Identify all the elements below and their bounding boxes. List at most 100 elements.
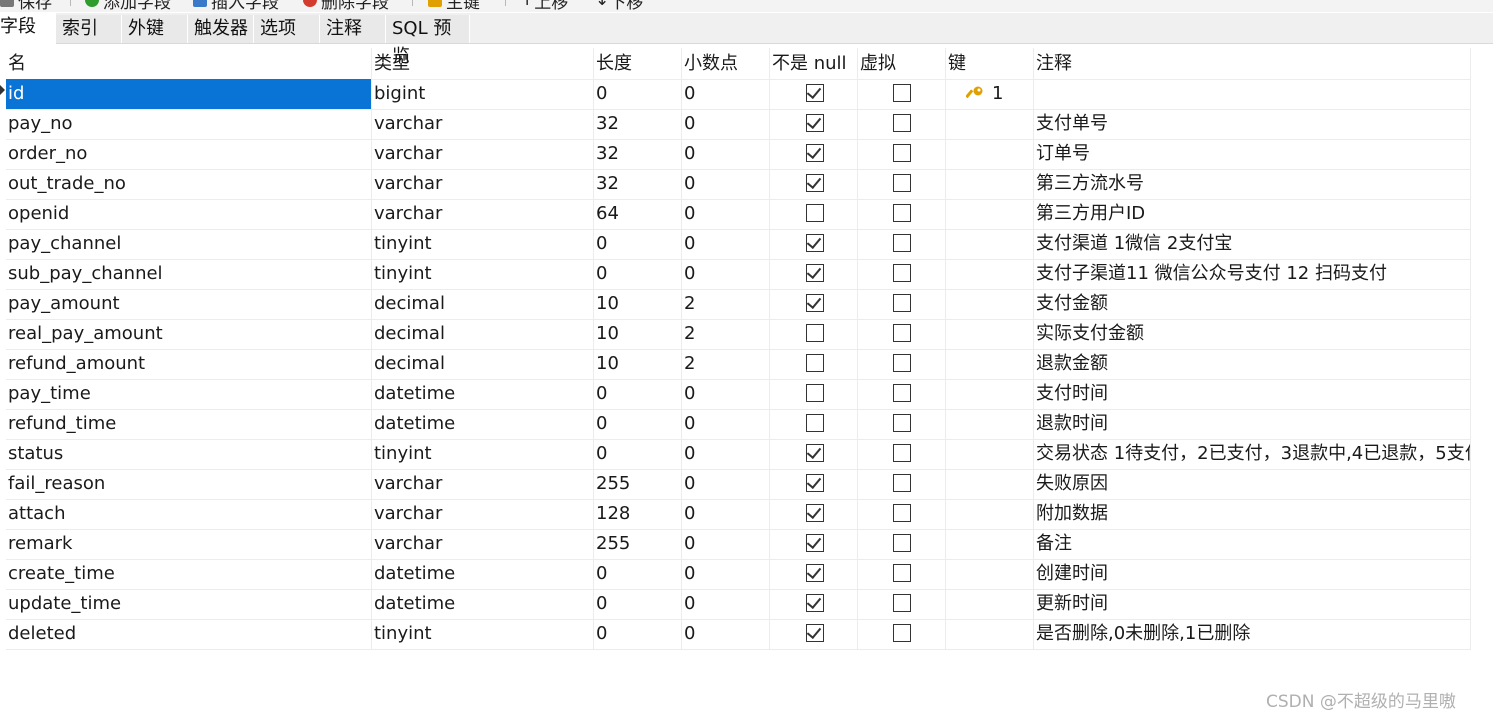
field-comment-cell[interactable]: 第三方流水号 [1034, 169, 1471, 199]
field-virtual-cell[interactable] [858, 379, 946, 409]
field-comment-cell[interactable]: 退款金额 [1034, 349, 1471, 379]
field-key-cell[interactable] [946, 499, 1034, 529]
virtual-checkbox[interactable] [893, 294, 911, 312]
field-type-cell[interactable]: decimal [372, 289, 594, 319]
virtual-checkbox[interactable] [893, 204, 911, 222]
field-name-cell[interactable]: order_no [6, 139, 372, 169]
field-type-cell[interactable]: varchar [372, 109, 594, 139]
virtual-checkbox[interactable] [893, 534, 911, 552]
field-virtual-cell[interactable] [858, 469, 946, 499]
virtual-checkbox[interactable] [893, 414, 911, 432]
field-virtual-cell[interactable] [858, 199, 946, 229]
column-header[interactable]: 虚拟 [858, 48, 946, 79]
field-key-cell[interactable] [946, 589, 1034, 619]
field-length-cell[interactable]: 0 [594, 619, 682, 649]
field-length-cell[interactable]: 32 [594, 169, 682, 199]
field-key-cell[interactable] [946, 529, 1034, 559]
field-type-cell[interactable]: varchar [372, 529, 594, 559]
table-row[interactable]: pay_channel tinyint 0 0 支付渠道 1微信 2支付宝 [6, 229, 1471, 260]
field-virtual-cell[interactable] [858, 439, 946, 469]
field-comment-cell[interactable]: 支付时间 [1034, 379, 1471, 409]
virtual-checkbox[interactable] [893, 114, 911, 132]
field-key-cell[interactable] [946, 109, 1034, 139]
column-header[interactable]: 长度 [594, 48, 682, 79]
field-not-null-cell[interactable] [770, 589, 858, 619]
field-virtual-cell[interactable] [858, 559, 946, 589]
virtual-checkbox[interactable] [893, 264, 911, 282]
not-null-checkbox[interactable] [806, 113, 824, 132]
virtual-checkbox[interactable] [893, 384, 911, 402]
field-decimals-cell[interactable]: 0 [682, 259, 770, 289]
field-decimals-cell[interactable]: 0 [682, 199, 770, 229]
field-comment-cell[interactable]: 更新时间 [1034, 589, 1471, 619]
field-type-cell[interactable]: tinyint [372, 229, 594, 259]
field-length-cell[interactable]: 0 [594, 379, 682, 409]
field-comment-cell[interactable]: 交易状态 1待支付，2已支付，3退款中,4已退款，5支付 [1034, 439, 1471, 469]
field-name-cell[interactable]: sub_pay_channel [6, 259, 372, 289]
field-comment-cell[interactable]: 备注 [1034, 529, 1471, 559]
field-not-null-cell[interactable] [770, 289, 858, 319]
virtual-checkbox[interactable] [893, 474, 911, 492]
field-length-cell[interactable]: 64 [594, 199, 682, 229]
field-length-cell[interactable]: 10 [594, 289, 682, 319]
not-null-checkbox[interactable] [806, 593, 824, 612]
table-row[interactable]: sub_pay_channel tinyint 0 0 支付子渠道11 微信公众号支付 … [6, 259, 1471, 290]
field-comment-cell[interactable]: 第三方用户ID [1034, 199, 1471, 229]
virtual-checkbox[interactable] [893, 354, 911, 372]
field-length-cell[interactable]: 0 [594, 559, 682, 589]
field-length-cell[interactable]: 0 [594, 589, 682, 619]
field-key-cell[interactable] [946, 559, 1034, 589]
save-button[interactable]: 保存 [0, 0, 52, 13]
field-type-cell[interactable]: varchar [372, 139, 594, 169]
virtual-checkbox[interactable] [893, 504, 911, 522]
field-comment-cell[interactable]: 实际支付金额 [1034, 319, 1471, 349]
field-decimals-cell[interactable]: 0 [682, 469, 770, 499]
table-row[interactable]: fail_reason varchar 255 0 失败原因 [6, 469, 1471, 500]
virtual-checkbox[interactable] [893, 444, 911, 462]
field-name-cell[interactable]: deleted [6, 619, 372, 649]
field-virtual-cell[interactable] [858, 229, 946, 259]
field-decimals-cell[interactable]: 2 [682, 349, 770, 379]
table-row[interactable]: order_no varchar 32 0 订单号 [6, 139, 1471, 170]
field-key-cell[interactable] [946, 169, 1034, 199]
field-length-cell[interactable]: 0 [594, 439, 682, 469]
field-length-cell[interactable]: 32 [594, 139, 682, 169]
field-name-cell[interactable]: real_pay_amount [6, 319, 372, 349]
field-not-null-cell[interactable] [770, 529, 858, 559]
field-name-cell[interactable]: update_time [6, 589, 372, 619]
table-row[interactable]: refund_amount decimal 10 2 退款金额 [6, 349, 1471, 380]
table-row[interactable]: pay_no varchar 32 0 支付单号 [6, 109, 1471, 140]
table-row[interactable]: deleted tinyint 0 0 是否删除,0未删除,1已删除 [6, 619, 1471, 650]
field-name-cell[interactable]: id [6, 79, 372, 109]
not-null-checkbox[interactable] [806, 503, 824, 522]
field-decimals-cell[interactable]: 0 [682, 79, 770, 109]
field-name-cell[interactable]: fail_reason [6, 469, 372, 499]
field-not-null-cell[interactable] [770, 139, 858, 169]
not-null-checkbox[interactable] [806, 443, 824, 462]
field-not-null-cell[interactable] [770, 109, 858, 139]
tab-sql-preview[interactable]: SQL 预览 [386, 15, 470, 67]
field-type-cell[interactable]: varchar [372, 169, 594, 199]
field-key-cell[interactable] [946, 259, 1034, 289]
not-null-checkbox[interactable] [806, 563, 824, 582]
tab-triggers[interactable]: 触发器 [188, 15, 254, 43]
field-not-null-cell[interactable] [770, 229, 858, 259]
field-not-null-cell[interactable] [770, 349, 858, 379]
field-key-cell[interactable] [946, 139, 1034, 169]
field-not-null-cell[interactable] [770, 379, 858, 409]
not-null-checkbox[interactable] [806, 623, 824, 642]
field-decimals-cell[interactable]: 2 [682, 289, 770, 319]
field-key-cell[interactable] [946, 409, 1034, 439]
field-type-cell[interactable]: tinyint [372, 619, 594, 649]
field-name-cell[interactable]: refund_amount [6, 349, 372, 379]
column-header[interactable]: 键 [946, 48, 1034, 79]
table-row[interactable]: attach varchar 128 0 附加数据 [6, 499, 1471, 530]
field-type-cell[interactable]: decimal [372, 349, 594, 379]
field-type-cell[interactable]: varchar [372, 199, 594, 229]
not-null-checkbox[interactable] [806, 204, 824, 222]
field-type-cell[interactable]: varchar [372, 499, 594, 529]
field-length-cell[interactable]: 32 [594, 109, 682, 139]
field-name-cell[interactable]: pay_channel [6, 229, 372, 259]
field-not-null-cell[interactable] [770, 199, 858, 229]
field-decimals-cell[interactable]: 0 [682, 409, 770, 439]
